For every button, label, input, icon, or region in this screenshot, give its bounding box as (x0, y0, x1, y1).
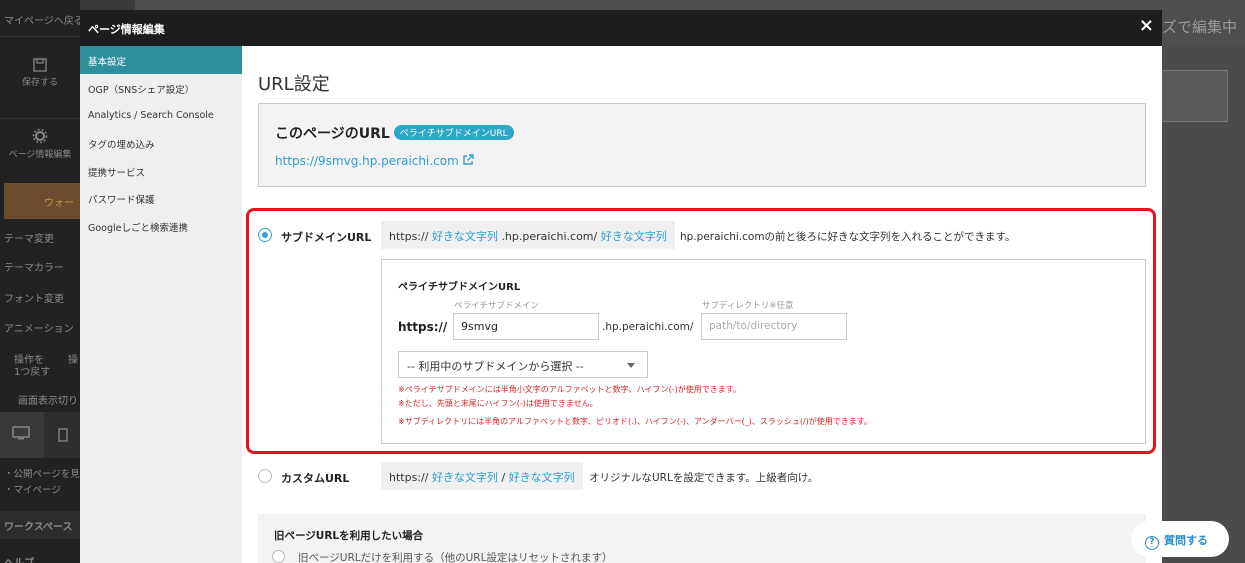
page-info-modal: ページ情報編集 × 基本設定 OGP（SNSシェア設定） Analytics /… (80, 10, 1162, 563)
theme-color-item[interactable]: テーマカラー (4, 259, 64, 274)
subdomain-field-label: ペライチサブドメイン (454, 301, 540, 311)
subdomain-box-title: ペライチサブドメインURL (398, 282, 521, 293)
undo-label-2[interactable]: 1つ戻す (14, 363, 50, 378)
modal-title: ページ情報編集 (88, 23, 165, 36)
modal-sidebar: 基本設定 OGP（SNSシェア設定） Analytics / Search Co… (80, 46, 242, 563)
select-value: -- 利用中のサブドメインから選択 -- (407, 360, 584, 373)
subdomain-radio[interactable] (258, 228, 272, 242)
domain-suffix: .hp.peraichi.com/ (602, 321, 694, 333)
custom-pattern-highlight-1: 好きな文字列 (431, 471, 498, 484)
back-to-mypage-link[interactable]: マイページへ戻る (4, 12, 84, 27)
subdomain-description: hp.peraichi.comの前と後ろに好きな文字列を入れることができます。 (680, 231, 1016, 243)
old-url-section: 旧ページURLを利用したい場合 旧ページURLだけを利用する（他のURL設定はリ… (258, 514, 1146, 563)
save-button[interactable]: 保存する (0, 58, 80, 88)
mypage-link[interactable]: ・マイページ (4, 482, 61, 496)
pattern-highlight-2: 好きな文字列 (600, 230, 667, 243)
subdomain-select[interactable]: -- 利用中のサブドメインから選択 -- (398, 351, 648, 378)
modal-header: ページ情報編集 × (80, 10, 1162, 46)
page-info-label: ページ情報編集 (8, 150, 72, 160)
subdomain-input[interactable]: 9smvg (453, 313, 599, 340)
subdomain-badge: ペライチサブドメインURL (393, 125, 514, 140)
https-prefix: https:// (398, 320, 448, 334)
current-url-link[interactable]: https://9smvg.hp.peraichi.com (275, 154, 474, 168)
redo-label[interactable]: 操 (68, 351, 78, 366)
pattern-prefix: https:// (389, 230, 429, 243)
device-switch (0, 412, 80, 458)
help-label: ヘルプ (4, 554, 34, 563)
ask-question-button[interactable]: ? 質問する (1131, 521, 1229, 557)
pattern-domain: .hp.peraichi.com/ (501, 230, 598, 243)
close-icon[interactable]: × (1139, 16, 1154, 36)
current-url-box: このページのURL ペライチサブドメインURL https://9smvg.hp.… (258, 103, 1146, 187)
orange-banner: ウォー (4, 183, 80, 219)
save-label: 保存する (21, 78, 58, 88)
custom-pattern-highlight-2: 好きな文字列 (508, 471, 575, 484)
custom-option-label[interactable]: カスタムURL (281, 470, 349, 486)
editor-box (1162, 70, 1228, 122)
desktop-icon (12, 426, 30, 440)
old-url-title: 旧ページURLを利用したい場合 (274, 530, 424, 542)
validation-note-1: ※ペライチサブドメインには半角小文字のアルファベットと数字、ハイフン(-)が使用… (398, 385, 741, 394)
gear-icon (32, 128, 48, 144)
chevron-down-icon (627, 363, 635, 368)
sidebar-item-partner[interactable]: 提携サービス (80, 157, 242, 185)
animation-item[interactable]: アニメーション (4, 320, 74, 335)
subdomain-pattern: https:// 好きな文字列 .hp.peraichi.com/ 好きな文字列 (381, 221, 675, 249)
old-url-option[interactable]: 旧ページURLだけを利用する（他のURL設定はリセットされます） (298, 550, 612, 563)
subdomain-settings-box: ペライチサブドメインURL ペライチサブドメイン サブディレクトリ※任意 htt… (381, 259, 1146, 444)
custom-pattern-separator: / (501, 471, 506, 484)
validation-note-2: ※ただし、先頭と末尾にハイフン(-)は使用できません。 (398, 399, 598, 408)
divider (0, 36, 80, 37)
question-icon: ? (1145, 536, 1159, 550)
view-switch-label: 画面表示切り (18, 396, 78, 407)
custom-pattern: https:// 好きな文字列 / 好きな文字列 (381, 462, 583, 490)
page-info-button[interactable]: ページ情報編集 (0, 128, 80, 160)
banner-label: ウォー (44, 198, 74, 209)
font-change-item[interactable]: フォント変更 (4, 290, 64, 305)
sidebar-item-analytics[interactable]: Analytics / Search Console (80, 102, 242, 130)
help-item[interactable]: ヘルプ (0, 543, 80, 563)
subdomain-option-label[interactable]: サブドメインURL (281, 229, 371, 245)
workspace-label: ワークスペース (4, 522, 73, 533)
external-link-icon (463, 154, 474, 165)
custom-description: オリジナルなURLを設定できます。上級者向け。 (589, 472, 819, 484)
theme-change-item[interactable]: テーマ変更 (4, 230, 54, 245)
ask-question-label: 質問する (1164, 534, 1208, 547)
workspace-item[interactable]: ワークスペース (0, 511, 80, 539)
current-url-text[interactable]: https://9smvg.hp.peraichi.com (275, 154, 459, 168)
section-title: URL設定 (258, 74, 330, 95)
pattern-highlight-1: 好きな文字列 (431, 230, 498, 243)
sidebar-item-basic[interactable]: 基本設定 (80, 46, 242, 74)
mobile-icon[interactable] (58, 428, 68, 442)
old-url-radio[interactable] (272, 550, 285, 563)
subdirectory-input[interactable]: path/to/directory (701, 313, 847, 340)
editor-sidebar: マイページへ戻る 保存する ページ情報編集 ウォー テーマ変更 テーマカラー フ… (0, 0, 84, 563)
divider (0, 118, 80, 119)
sidebar-item-ogp[interactable]: OGP（SNSシェア設定） (80, 74, 242, 102)
edit-mode-text: ズで編集中 (1162, 18, 1238, 36)
custom-radio[interactable] (258, 469, 272, 483)
sidebar-item-password[interactable]: パスワード保護 (80, 184, 242, 212)
sidebar-item-google-jobs[interactable]: Googleしごと検索連携 (80, 212, 242, 240)
public-page-link[interactable]: ・公開ページを見 (4, 466, 80, 480)
save-icon (33, 58, 47, 72)
pc-view-button[interactable] (0, 412, 44, 458)
modal-body: URL設定 このページのURL ペライチサブドメインURL https://9sm… (242, 46, 1162, 563)
sidebar-item-tags[interactable]: タグの埋め込み (80, 129, 242, 157)
current-url-title: このページのURL ペライチサブドメインURL (275, 123, 514, 143)
current-url-heading: このページのURL (275, 126, 390, 142)
subdir-field-label: サブディレクトリ※任意 (702, 301, 794, 311)
validation-note-3: ※サブディレクトリには半角のアルファベットと数字、ピリオド(.)、ハイフン(-)… (398, 417, 872, 426)
custom-pattern-prefix: https:// (389, 471, 429, 484)
